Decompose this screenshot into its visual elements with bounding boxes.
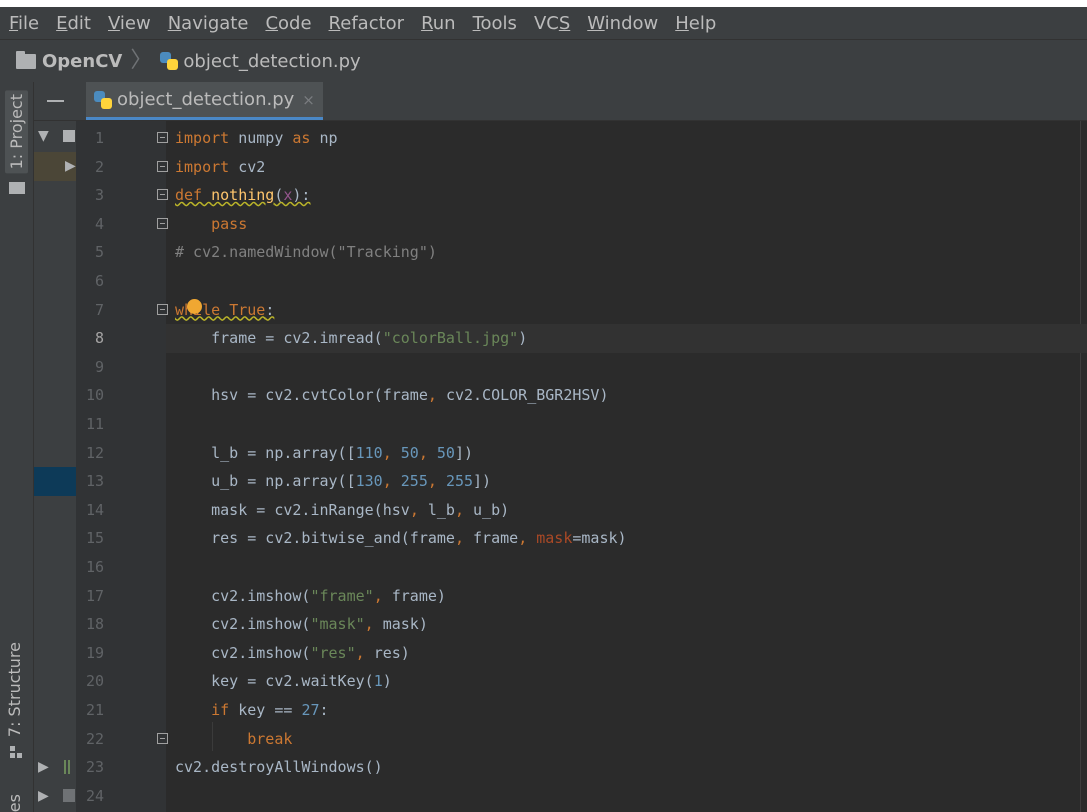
- menu-bar: File Edit View Navigate Code Refactor Run Tools…: [0, 7, 1087, 40]
- close-icon[interactable]: ×: [302, 91, 315, 109]
- tab-structure[interactable]: 7: Structure: [5, 642, 24, 737]
- line-number: 21: [85, 701, 104, 719]
- code-line: res = cv2.bitwise_and(frame, frame, mask…: [175, 529, 627, 548]
- fold-icon[interactable]: [157, 160, 168, 172]
- breadcrumb-separator: 〉: [130, 48, 153, 73]
- scratches-icon: [63, 789, 75, 802]
- line-number: 15: [85, 529, 104, 548]
- code-line: if key == 27:: [211, 701, 329, 719]
- code-line: def nothing(x):: [175, 186, 311, 205]
- breadcrumb-project-label: OpenCV: [42, 50, 123, 72]
- line-number: 23: [85, 758, 104, 777]
- line-number: 10: [85, 386, 104, 405]
- menu-item-0[interactable]: File: [0, 13, 47, 34]
- chevron-right-icon[interactable]: ▶: [38, 788, 49, 804]
- line-number: 17: [85, 586, 104, 605]
- project-panel-header: [34, 82, 76, 121]
- line-number: 22: [85, 729, 104, 748]
- editor-tab-label: object_detection.py: [117, 89, 295, 110]
- menu-item-5[interactable]: Refactor: [320, 13, 413, 34]
- code-line: mask = cv2.inRange(hsv, l_b, u_b): [175, 500, 510, 519]
- line-number: 1: [94, 129, 104, 147]
- chevron-right-icon[interactable]: ▶: [38, 759, 49, 775]
- line-number: 6: [94, 272, 104, 290]
- window-title-strip: [0, 0, 1087, 7]
- menu-item-3[interactable]: Navigate: [159, 13, 257, 34]
- code-line: key = cv2.waitKey(1): [175, 672, 392, 691]
- line-number: 13: [85, 472, 104, 491]
- menu-item-6[interactable]: Run: [412, 13, 464, 34]
- folder-icon: [63, 130, 75, 142]
- line-number: 24: [85, 786, 104, 805]
- navigation-bar: OpenCV 〉 object_detection.py: [0, 40, 1087, 83]
- line-number: 12: [85, 443, 104, 462]
- tool-window-strip: 1: Project 7: Structure es: [0, 82, 34, 812]
- right-margin-guide: [1080, 121, 1081, 812]
- code-line: pass: [211, 214, 248, 233]
- menu-item-4[interactable]: Code: [256, 13, 319, 34]
- menu-item-1[interactable]: Edit: [47, 13, 99, 34]
- tree-row-selected[interactable]: ▶: [34, 152, 76, 181]
- tab-favorites[interactable]: es: [5, 794, 24, 812]
- menu-item-9[interactable]: Window: [578, 13, 666, 34]
- menu-item-8[interactable]: VCS: [525, 13, 578, 34]
- editor-tab-bar: object_detection.py ×: [76, 82, 1087, 121]
- fold-icon[interactable]: [157, 189, 168, 201]
- line-number: 3: [94, 186, 104, 205]
- code-line: break: [247, 729, 293, 748]
- code-line: cv2.imshow("frame", frame): [175, 586, 446, 605]
- code-line: import cv2: [175, 157, 266, 176]
- line-number: 16: [85, 558, 104, 576]
- line-number: 20: [85, 672, 104, 691]
- python-file-icon: [94, 90, 112, 109]
- code-line: cv2.imshow("mask", mask): [175, 615, 428, 634]
- line-number: 18: [85, 615, 104, 634]
- indent-guide: [212, 722, 213, 751]
- fold-icon[interactable]: [157, 132, 168, 143]
- fold-icon[interactable]: [157, 732, 168, 744]
- tree-row-root[interactable]: ▼: [34, 122, 76, 151]
- breadcrumb-project[interactable]: OpenCV: [16, 50, 123, 72]
- tree-row-highlight[interactable]: [34, 467, 76, 496]
- folder-icon: [16, 50, 36, 69]
- line-number: 4: [94, 214, 104, 233]
- python-file-icon: [160, 52, 179, 70]
- menu-item-10[interactable]: Help: [666, 13, 724, 34]
- code-line: cv2.destroyAllWindows(): [175, 758, 383, 777]
- chevron-right-icon[interactable]: ▶: [65, 158, 76, 174]
- editor-tab-object-detection[interactable]: object_detection.py ×: [86, 82, 323, 120]
- line-number: 19: [85, 643, 104, 662]
- code-line: import numpy as np: [175, 129, 338, 147]
- tree-row-libraries[interactable]: ▶: [34, 753, 76, 782]
- code-line: cv2.imshow("res", res): [175, 643, 410, 662]
- code-line: frame = cv2.imread("colorBall.jpg"): [175, 329, 528, 348]
- library-icon: [64, 760, 66, 774]
- fold-icon[interactable]: [157, 303, 168, 315]
- code-line: l_b = np.array([110, 50, 50]): [175, 443, 474, 462]
- breadcrumb-file-label: object_detection.py: [183, 50, 361, 72]
- line-number: 8: [94, 329, 104, 348]
- code-line: u_b = np.array([130, 255, 255]): [175, 472, 492, 491]
- chevron-down-icon[interactable]: ▼: [38, 128, 49, 144]
- breadcrumb-file[interactable]: object_detection.py: [160, 50, 361, 72]
- code-line: # cv2.namedWindow("Tracking"): [175, 243, 437, 262]
- menu-item-2[interactable]: View: [99, 13, 159, 34]
- line-number: 9: [94, 357, 104, 376]
- minimize-icon[interactable]: [47, 100, 64, 102]
- structure-icon: [10, 746, 24, 758]
- line-number: 7: [94, 300, 104, 319]
- project-panel: ▼ ▶ ▶ ▶: [34, 82, 76, 812]
- line-number: 5: [94, 243, 104, 262]
- line-number: 14: [85, 500, 104, 519]
- line-number: 2: [94, 157, 104, 176]
- fold-icon[interactable]: [157, 217, 168, 229]
- line-number: 11: [85, 415, 104, 433]
- intention-bulb-icon[interactable]: [187, 299, 202, 314]
- tab-project[interactable]: 1: Project: [5, 90, 28, 174]
- tree-row-scratches[interactable]: ▶: [34, 782, 76, 811]
- project-folder-icon: [9, 182, 25, 194]
- code-line: hsv = cv2.cvtColor(frame, cv2.COLOR_BGR2…: [175, 386, 609, 405]
- menu-item-7[interactable]: Tools: [464, 13, 525, 34]
